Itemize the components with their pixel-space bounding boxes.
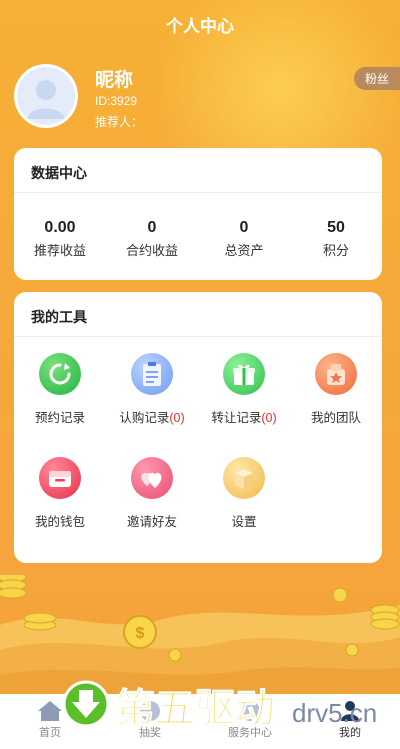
user-id: ID:3929 xyxy=(95,94,138,108)
tool-my-wallet[interactable]: 我的钱包 xyxy=(14,457,106,561)
dollar-coin-icon: $ xyxy=(123,615,157,649)
tool-invite-friends[interactable]: 邀请好友 xyxy=(106,457,198,561)
avatar[interactable] xyxy=(14,64,78,128)
service-icon xyxy=(240,701,260,721)
decorative-hills-illustration: $ xyxy=(0,575,400,700)
tab-service[interactable]: 服务中心 xyxy=(200,694,300,749)
tool-label: 预约记录 xyxy=(34,411,85,425)
tool-my-team[interactable]: 我的团队 xyxy=(290,353,382,457)
data-center-card: 数据中心 0.00 推荐收益 0 合约收益 0 总资产 50 积分 xyxy=(14,148,382,280)
team-badge-icon xyxy=(315,353,357,395)
tab-mine[interactable]: 我的 xyxy=(300,694,400,749)
tab-label: 首页 xyxy=(39,727,61,739)
tab-home[interactable]: 首页 xyxy=(0,694,100,749)
stat-points[interactable]: 50 积分 xyxy=(290,218,382,259)
stat-recommend-income[interactable]: 0.00 推荐收益 xyxy=(14,218,106,259)
tool-count: (0) xyxy=(169,411,185,425)
stat-value: 50 xyxy=(327,219,345,236)
tool-reservation-records[interactable]: 预约记录 xyxy=(14,353,106,457)
tool-label: 我的钱包 xyxy=(34,515,85,529)
stat-label: 积分 xyxy=(322,243,349,258)
tab-label: 抽奖 xyxy=(139,727,161,739)
wallet-icon xyxy=(39,457,81,499)
data-center-title: 数据中心 xyxy=(14,148,382,193)
coin-stack-icon xyxy=(0,575,57,631)
tool-subscription-records[interactable]: 认购记录(0) xyxy=(106,353,198,457)
clipboard-icon xyxy=(131,353,173,395)
gift-icon xyxy=(223,353,265,395)
tools-title: 我的工具 xyxy=(14,292,382,337)
tab-label: 我的 xyxy=(339,727,361,739)
tool-label: 我的团队 xyxy=(310,411,361,425)
stat-label: 推荐收益 xyxy=(33,243,86,258)
tool-settings[interactable]: 设置 xyxy=(198,457,290,561)
tool-label: 设置 xyxy=(231,515,257,529)
refresh-icon xyxy=(39,353,81,395)
page-title: 个人中心 xyxy=(166,17,234,36)
tool-label: 邀请好友 xyxy=(126,515,177,529)
bottom-tab-bar: 首页 抽奖 服务中心 我的 xyxy=(0,694,400,749)
tab-label: 服务中心 xyxy=(228,727,272,739)
tool-label: 认购记录 xyxy=(119,411,170,425)
home-icon xyxy=(38,701,62,721)
svg-text:$: $ xyxy=(136,625,145,642)
tool-transfer-records[interactable]: 转让记录(0) xyxy=(198,353,290,457)
stat-total-assets[interactable]: 0 总资产 xyxy=(198,218,290,259)
fans-button[interactable]: 粉丝 xyxy=(354,67,400,90)
stat-value: 0 xyxy=(239,219,249,236)
nickname: 昵称 xyxy=(95,70,134,91)
stat-label: 合约收益 xyxy=(125,243,178,258)
default-avatar-icon xyxy=(27,80,65,119)
referrer: 推荐人： xyxy=(95,115,144,129)
stat-value: 0 xyxy=(147,219,157,236)
coin-stack-right-icon xyxy=(370,604,400,630)
tool-label: 转让记录 xyxy=(211,411,262,425)
hearts-icon xyxy=(131,457,173,499)
stat-contract-income[interactable]: 0 合约收益 xyxy=(106,218,198,259)
prize-icon xyxy=(140,701,160,721)
box-icon xyxy=(223,457,265,499)
tab-prize[interactable]: 抽奖 xyxy=(100,694,200,749)
stat-value: 0.00 xyxy=(44,219,76,236)
tool-count: (0) xyxy=(261,411,277,425)
user-icon xyxy=(341,701,359,721)
tools-card: 我的工具 预约记录 认购记录(0) 转让记录(0) 我的团队 我的钱包 邀请好友… xyxy=(14,292,382,563)
stat-label: 总资产 xyxy=(224,243,264,258)
